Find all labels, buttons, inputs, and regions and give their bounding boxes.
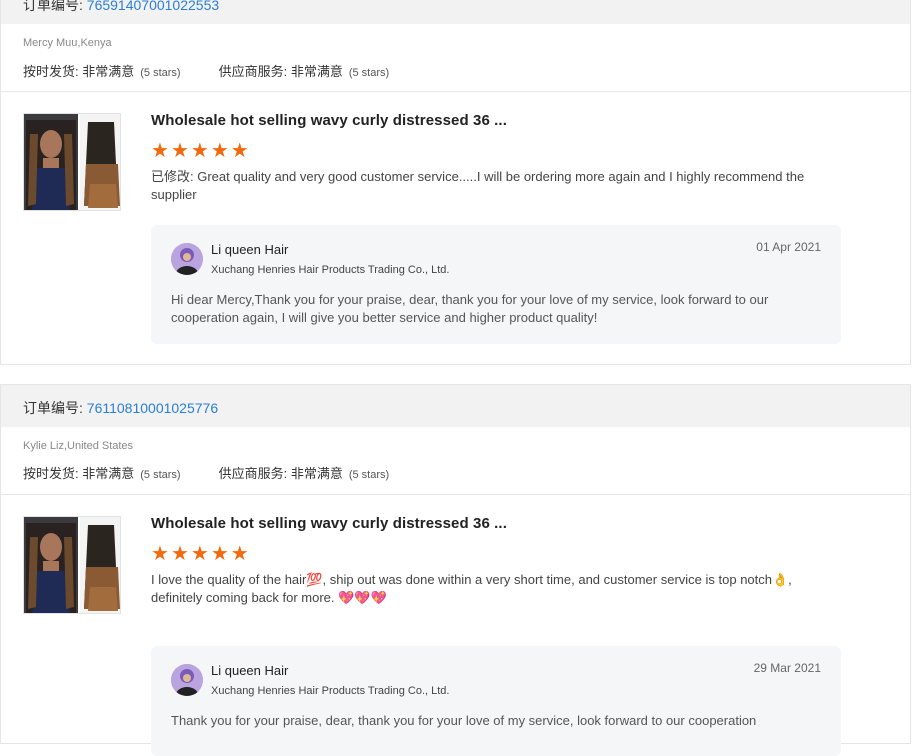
star-icon: ★ <box>230 543 249 565</box>
seller-avatar <box>171 664 203 696</box>
review-text: I love the quality of the hair💯, ship ou… <box>151 571 811 607</box>
service-label: 供应商服务: <box>218 466 291 481</box>
buyer-name: Kylie Liz,United States <box>23 440 134 452</box>
product-title-link[interactable]: Wholesale hot selling wavy curly distres… <box>151 112 507 129</box>
service-stars: (5 stars) <box>348 67 390 79</box>
ship-value: 非常满意 <box>82 64 135 79</box>
service-value: 非常满意 <box>290 64 343 79</box>
order-card: 订单编号: 76110810001025776 Kylie Liz,United… <box>0 384 911 756</box>
buyer-name: Mercy Muu,Kenya <box>23 37 112 49</box>
reply-date: 01 Apr 2021 <box>756 240 821 254</box>
order-header: 订单编号: 76591407001022553 <box>1 0 910 24</box>
order-number-link[interactable]: 76591407001022553 <box>87 0 219 13</box>
reply-text: Hi dear Mercy,Thank you for your praise,… <box>171 292 769 325</box>
order-number-link[interactable]: 76110810001025776 <box>87 400 218 416</box>
ship-value: 非常满意 <box>82 466 135 481</box>
ship-label: 按时发货: <box>23 466 83 481</box>
divider <box>1 91 910 92</box>
seller-reply: Li queen Hair Xuchang Henries Hair Produ… <box>151 646 841 756</box>
service-value: 非常满意 <box>290 466 343 481</box>
reply-text: Thank you for your praise, dear, thank y… <box>171 713 757 728</box>
star-icon: ★ <box>190 140 209 162</box>
product-title-link[interactable]: Wholesale hot selling wavy curly distres… <box>151 515 507 532</box>
seller-name: Li queen Hair <box>211 242 289 257</box>
order-number-label: 订单编号: <box>23 0 87 13</box>
star-icon: ★ <box>151 140 169 162</box>
star-icon: ★ <box>151 543 169 565</box>
seller-company: Xuchang Henries Hair Products Trading Co… <box>211 264 450 276</box>
review-body: Great quality and very good customer ser… <box>151 169 805 202</box>
supplier-ratings: 按时发货: 非常满意 (5 stars) 供应商服务: 非常满意 (5 stars) <box>23 61 389 80</box>
star-icon: ★ <box>230 140 249 162</box>
review-text: 已修改: Great quality and very good custome… <box>151 168 811 204</box>
seller-company: Xuchang Henries Hair Products Trading Co… <box>211 685 450 697</box>
ship-stars: (5 stars) <box>140 469 181 481</box>
order-card: 订单编号: 76591407001022553 Mercy Muu,Kenya … <box>0 0 911 365</box>
product-thumbnail[interactable] <box>23 113 121 211</box>
review-line: definitely coming back for more. 💖💖💖 <box>151 590 387 605</box>
review-line: I love the quality of the hair💯, ship ou… <box>151 572 792 587</box>
seller-name: Li queen Hair <box>211 663 289 678</box>
supplier-ratings: 按时发货: 非常满意 (5 stars) 供应商服务: 非常满意 (5 stars) <box>23 463 389 482</box>
star-icon: ★ <box>190 543 209 565</box>
order-number-label: 订单编号: <box>23 400 87 416</box>
product-rating: ★ ★ ★ ★ ★ <box>151 543 251 565</box>
ship-label: 按时发货: <box>23 64 83 79</box>
star-icon: ★ <box>170 140 189 162</box>
modified-tag: 已修改: <box>151 169 198 184</box>
divider <box>1 494 910 495</box>
seller-reply: Li queen Hair Xuchang Henries Hair Produ… <box>151 225 841 344</box>
star-icon: ★ <box>210 140 229 162</box>
order-header: 订单编号: 76110810001025776 <box>1 385 910 427</box>
ship-stars: (5 stars) <box>140 67 181 79</box>
star-icon: ★ <box>170 543 189 565</box>
service-stars: (5 stars) <box>348 469 390 481</box>
product-rating: ★ ★ ★ ★ ★ <box>151 140 251 162</box>
seller-avatar <box>171 243 203 275</box>
order-number-row: 订单编号: 76591407001022553 <box>23 0 219 15</box>
star-icon: ★ <box>210 543 229 565</box>
service-label: 供应商服务: <box>218 64 291 79</box>
reply-date: 29 Mar 2021 <box>753 661 821 675</box>
order-number-row: 订单编号: 76110810001025776 <box>23 398 218 418</box>
product-thumbnail[interactable] <box>23 516 121 614</box>
